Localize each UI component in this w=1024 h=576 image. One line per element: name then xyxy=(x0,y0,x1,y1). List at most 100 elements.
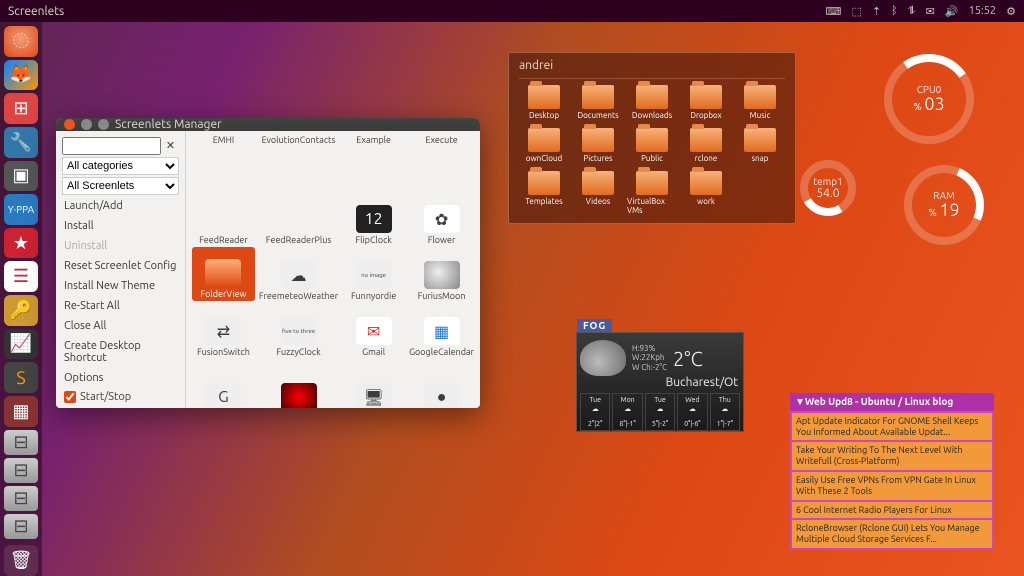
screenlet-item[interactable]: FeedReaderPlus xyxy=(259,191,338,245)
folder-item[interactable]: snap xyxy=(735,128,785,163)
uninstall-action: Uninstall xyxy=(62,237,179,255)
virtualbox-icon[interactable]: ▣ xyxy=(4,161,38,192)
folder-item[interactable]: ownCloud xyxy=(519,128,569,163)
drive3-icon[interactable]: ⊟ xyxy=(4,486,38,511)
window-titlebar[interactable]: Screenlets Manager xyxy=(56,118,480,131)
sync-up-icon[interactable]: ⇡ xyxy=(872,5,881,18)
folder-label: Documents xyxy=(577,111,618,120)
screenlet-item[interactable]: FeedReader xyxy=(192,191,255,245)
folder-label: work xyxy=(697,197,715,206)
screenlet-item[interactable]: ✉Gmail xyxy=(342,303,405,357)
settings-icon[interactable]: 🔧 xyxy=(4,127,38,158)
weather-widget[interactable]: FOG H:93% W:22Kph W Ch:-2°C 2°C Buchares… xyxy=(576,332,744,432)
screenlet-item[interactable]: 12FlipClock xyxy=(342,191,405,245)
clear-search-icon[interactable]: ✕ xyxy=(164,139,178,152)
folder-item[interactable]: Documents xyxy=(573,85,623,120)
screenlet-item[interactable]: ▦GoogleCalendar xyxy=(409,303,474,357)
type-select[interactable]: All Screenlets xyxy=(62,177,179,195)
wunderlist-icon[interactable]: ★ xyxy=(4,228,38,259)
keepass-icon[interactable]: 🔑 xyxy=(4,295,38,326)
launch-action[interactable]: Launch/Add xyxy=(62,197,179,215)
folder-item[interactable]: Dropbox xyxy=(681,85,731,120)
rss-item[interactable]: Take Your Writing To The Next Level With… xyxy=(792,442,992,470)
folder-item[interactable]: Templates xyxy=(519,171,569,215)
install-theme-action[interactable]: Install New Theme xyxy=(62,277,179,295)
keyboard-icon[interactable]: ⌨ xyxy=(826,5,842,18)
system-monitor-icon[interactable]: 📈 xyxy=(4,329,38,360)
session-icon[interactable]: ⚙ xyxy=(1006,5,1016,18)
rss-title[interactable]: ▼Web Upd8 - Ubuntu / Linux blog xyxy=(790,393,994,411)
rss-item[interactable]: Easily Use Free VPNs From VPN Gate In Li… xyxy=(792,472,992,500)
screenlet-item[interactable]: G xyxy=(192,359,255,408)
sublime-icon[interactable]: S xyxy=(4,362,38,393)
screenlet-item[interactable]: FuriusMoon xyxy=(409,247,474,301)
rss-item[interactable]: Apt Update Indicator For GNOME Shell Kee… xyxy=(792,413,992,441)
rss-item[interactable]: RcloneBrowser (Rclone GUI) Lets You Mana… xyxy=(792,520,992,548)
folderview-title: andrei xyxy=(519,57,785,79)
folder-item[interactable]: Videos xyxy=(573,171,623,215)
screenlet-item[interactable]: ⇄FusionSwitch xyxy=(192,303,255,357)
screenlet-item[interactable]: ● xyxy=(409,359,474,408)
autostart-checkbox[interactable]: Auto start on login xyxy=(62,407,179,408)
folderview-widget[interactable]: andrei Desktop Documents Downloads DropboxM… xyxy=(508,52,796,224)
volume-icon[interactable]: 🔊 xyxy=(945,5,959,18)
folder-icon xyxy=(690,171,722,195)
header-item: EvolutionContacts xyxy=(259,135,338,189)
forecast-day: Tue☁5°|-2° xyxy=(645,393,675,431)
app1-icon[interactable]: ☰ xyxy=(4,261,38,292)
folder-item[interactable]: Desktop xyxy=(519,85,569,120)
folder-icon xyxy=(582,171,614,195)
screenlet-item[interactable]: no imageFunnyordie xyxy=(342,247,405,301)
flower-icon: ✿ xyxy=(424,205,460,233)
folder-item[interactable]: Downloads xyxy=(627,85,677,120)
clock[interactable]: 15:52 xyxy=(969,5,997,17)
window-close-icon[interactable] xyxy=(64,119,75,130)
network-icon[interactable]: ⥮ xyxy=(908,5,916,18)
window-minimize-icon[interactable] xyxy=(81,119,92,130)
firefox-icon[interactable]: 🦊 xyxy=(4,60,38,91)
restart-action[interactable]: Re-Start All xyxy=(62,297,179,315)
drive2-icon[interactable]: ⊟ xyxy=(4,458,38,483)
yppa-icon[interactable]: Y·PPA xyxy=(4,194,38,225)
rss-item[interactable]: 6 Cool Internet Radio Players For Linux xyxy=(792,502,992,519)
drive1-icon[interactable]: ⊟ xyxy=(4,430,38,455)
drive4-icon[interactable]: ⊟ xyxy=(4,514,38,539)
folder-label: snap xyxy=(752,154,769,163)
window-maximize-icon[interactable] xyxy=(98,119,109,130)
folder-label: Desktop xyxy=(529,111,559,120)
bluetooth-icon[interactable]: ᛒ xyxy=(891,5,898,17)
screenlet-item[interactable]: ✿Flower xyxy=(409,191,474,245)
closeall-action[interactable]: Close All xyxy=(62,317,179,335)
dash-icon[interactable]: ◌ xyxy=(4,26,38,57)
search-input[interactable] xyxy=(62,137,161,155)
plain-icon: G xyxy=(205,383,241,408)
folder-item[interactable]: Pictures xyxy=(573,128,623,163)
mail-icon[interactable]: ✉ xyxy=(926,5,935,18)
folder-label: Videos xyxy=(586,197,611,206)
plain-icon: 🖥 xyxy=(356,383,392,408)
install-action[interactable]: Install xyxy=(62,217,179,235)
folder-label: Downloads xyxy=(632,111,672,120)
screenlet-item[interactable]: ☁FreemeteoWeather xyxy=(259,247,338,301)
screenlets-launcher-icon[interactable]: ⊞ xyxy=(4,93,38,124)
folder-item[interactable]: work xyxy=(681,171,731,215)
dropbox-icon[interactable]: ⬚ xyxy=(851,5,861,18)
folder-item[interactable]: VirtualBox VMs xyxy=(627,171,677,215)
screenlet-item[interactable] xyxy=(259,359,338,408)
screenlet-label: FuzzyClock xyxy=(276,347,320,357)
folder-item[interactable]: Music xyxy=(735,85,785,120)
folder-icon xyxy=(528,171,560,195)
startstop-checkbox[interactable]: Start/Stop xyxy=(62,389,179,405)
folder-item[interactable]: rclone xyxy=(681,128,731,163)
shortcut-action[interactable]: Create Desktop Shortcut xyxy=(62,337,179,367)
screenlet-item[interactable]: FolderView xyxy=(192,247,255,301)
screenlet-item[interactable]: 🖥 xyxy=(342,359,405,408)
reset-action[interactable]: Reset Screenlet Config xyxy=(62,257,179,275)
rss-widget[interactable]: ▼Web Upd8 - Ubuntu / Linux blog Apt Upda… xyxy=(790,393,994,550)
trash-icon[interactable]: 🗑 xyxy=(4,545,38,576)
screenlet-item[interactable]: five to threeFuzzyClock xyxy=(259,303,338,357)
category-select[interactable]: All categories xyxy=(62,157,179,175)
folder-item[interactable]: Public xyxy=(627,128,677,163)
app2-icon[interactable]: ▦ xyxy=(4,396,38,427)
screenlet-label: Gmail xyxy=(362,347,385,357)
